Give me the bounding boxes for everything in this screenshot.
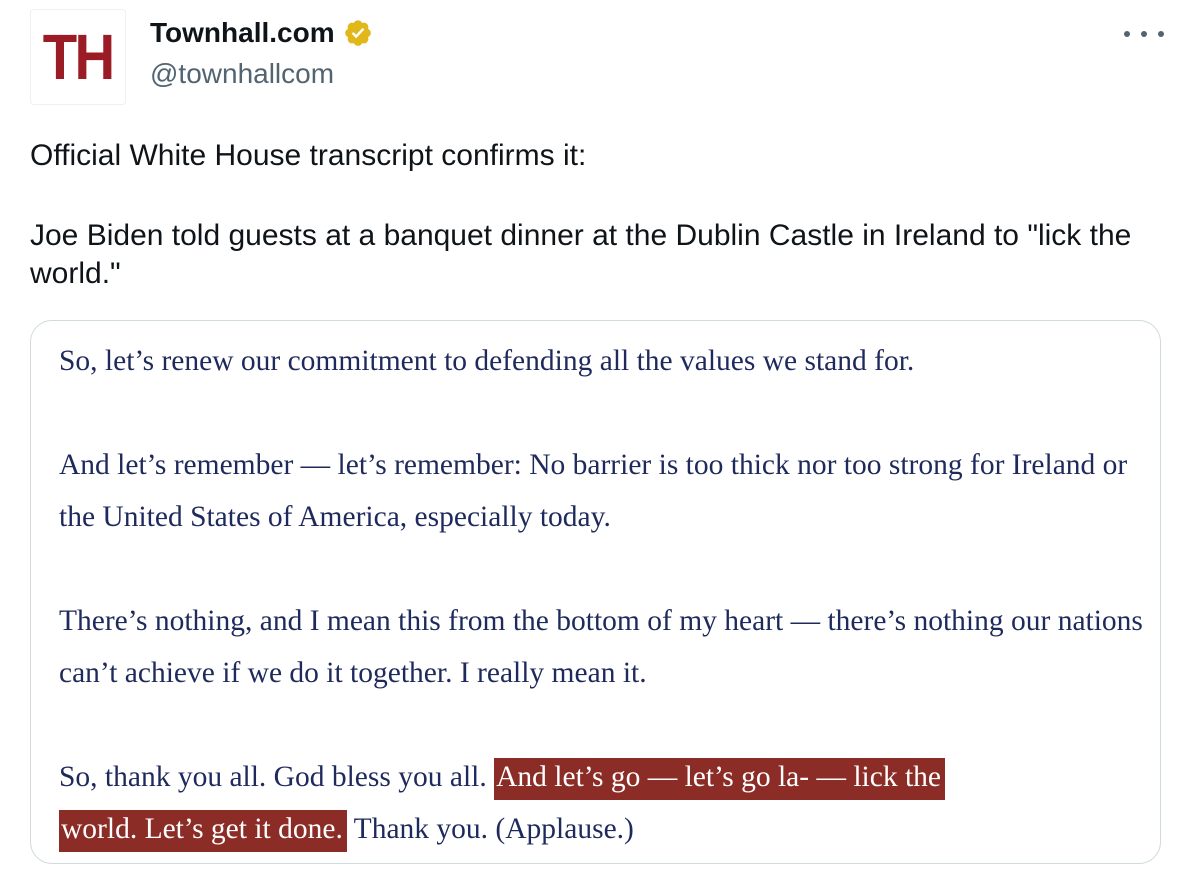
user-name-row[interactable]: Townhall.com [150,15,373,51]
avatar-logo-text: TH [43,21,115,93]
tweet-text: Official White House transcript confirms… [30,137,1170,293]
highlighted-quote: world. Let’s get it done. [59,810,347,852]
more-options-icon[interactable] [1124,22,1164,46]
more-dot [1141,31,1147,37]
more-dot [1158,31,1164,37]
display-name[interactable]: Townhall.com [150,15,335,51]
more-dot [1124,31,1130,37]
transcript-segment: So, thank you all. God bless you all. [59,761,495,793]
tweet-line: Official White House transcript confirms… [30,139,587,172]
highlighted-quote: And let’s go — let’s go la- — lick the [494,758,946,800]
transcript-segment: Thank you. (Applause.) [346,813,634,845]
tweet-line: Joe Biden told guests at a banquet dinne… [30,219,1132,290]
verified-badge-icon [344,20,371,46]
avatar[interactable]: TH [30,9,126,105]
transcript-paragraph: So, let’s renew our commitment to defend… [59,345,915,377]
transcript-paragraph: There’s nothing, and I mean this from th… [59,605,1143,689]
transcript-paragraph: And let’s remember — let’s remember: No … [59,449,1128,533]
transcript-paragraph: So, thank you all. God bless you all. An… [59,751,1149,855]
transcript-image[interactable]: So, let’s renew our commitment to defend… [30,320,1161,864]
transcript-text: So, let’s renew our commitment to defend… [59,335,1149,855]
user-handle[interactable]: @townhallcom [150,57,334,91]
